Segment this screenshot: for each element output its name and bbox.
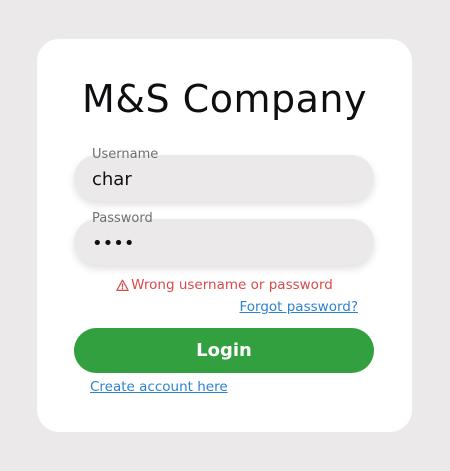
username-input[interactable] bbox=[92, 167, 356, 193]
login-button[interactable]: Login bbox=[74, 328, 374, 373]
page-title: M&S Company bbox=[82, 77, 367, 121]
password-label: Password bbox=[92, 211, 153, 226]
password-input[interactable]: •••• bbox=[92, 231, 356, 257]
password-field[interactable]: Password •••• bbox=[74, 211, 374, 265]
error-message: Wrong username or password bbox=[37, 277, 412, 293]
username-label: Username bbox=[92, 147, 159, 162]
error-text: Wrong username or password bbox=[131, 277, 333, 293]
forgot-password-link[interactable]: Forgot password? bbox=[239, 299, 358, 315]
login-card: M&S Company Username Password •••• Wrong… bbox=[37, 39, 412, 432]
warning-triangle-icon bbox=[116, 279, 129, 291]
create-account-link[interactable]: Create account here bbox=[90, 379, 228, 395]
username-field[interactable]: Username bbox=[74, 147, 374, 201]
